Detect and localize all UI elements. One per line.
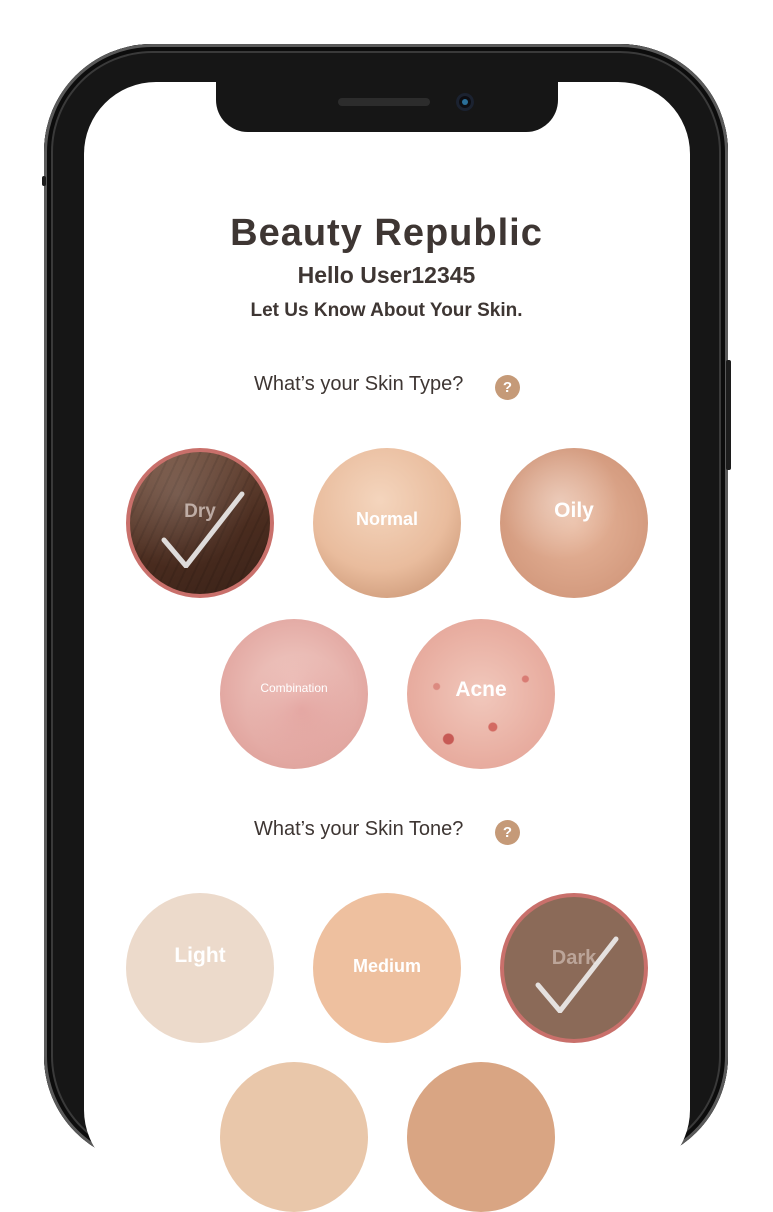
option-label: Combination (260, 681, 328, 695)
option-label: Light (174, 944, 226, 967)
option-label: Acne (455, 678, 507, 701)
option-label: Medium (352, 955, 421, 976)
skin-type-question: What’s your Skin Type? (254, 373, 464, 395)
front-camera (456, 93, 474, 111)
prompt-text: Let Us Know About Your Skin. (250, 300, 523, 321)
greeting: Hello User12345 (297, 262, 476, 288)
option-label: Normal (355, 508, 418, 529)
skin-type-option-combination[interactable]: Combination (220, 619, 368, 769)
side-button (42, 176, 46, 186)
help-icon[interactable]: ? (495, 375, 520, 400)
option-label: Oily (554, 499, 594, 522)
skin-type-option-normal[interactable]: Normal (313, 448, 461, 598)
check-icon (161, 491, 245, 568)
skin-type-option-acne[interactable]: Acne (407, 619, 555, 769)
speaker-grille (338, 98, 430, 106)
check-icon (535, 936, 619, 1013)
skin-type-option-dry[interactable]: Dry (126, 448, 274, 598)
skin-tone-option-light[interactable]: Light (126, 893, 274, 1043)
skin-option-partial (220, 1062, 368, 1212)
side-button (726, 360, 731, 470)
skin-type-option-oily[interactable]: Oily (500, 448, 648, 598)
skin-option-partial (407, 1062, 555, 1212)
skin-tone-option-dark[interactable]: Dark (500, 893, 648, 1043)
skin-tone-question: What’s your Skin Tone? (254, 818, 464, 840)
app-title: Beauty Republic (230, 212, 543, 254)
skin-tone-option-medium[interactable]: Medium (313, 893, 461, 1043)
help-icon[interactable]: ? (495, 820, 520, 845)
